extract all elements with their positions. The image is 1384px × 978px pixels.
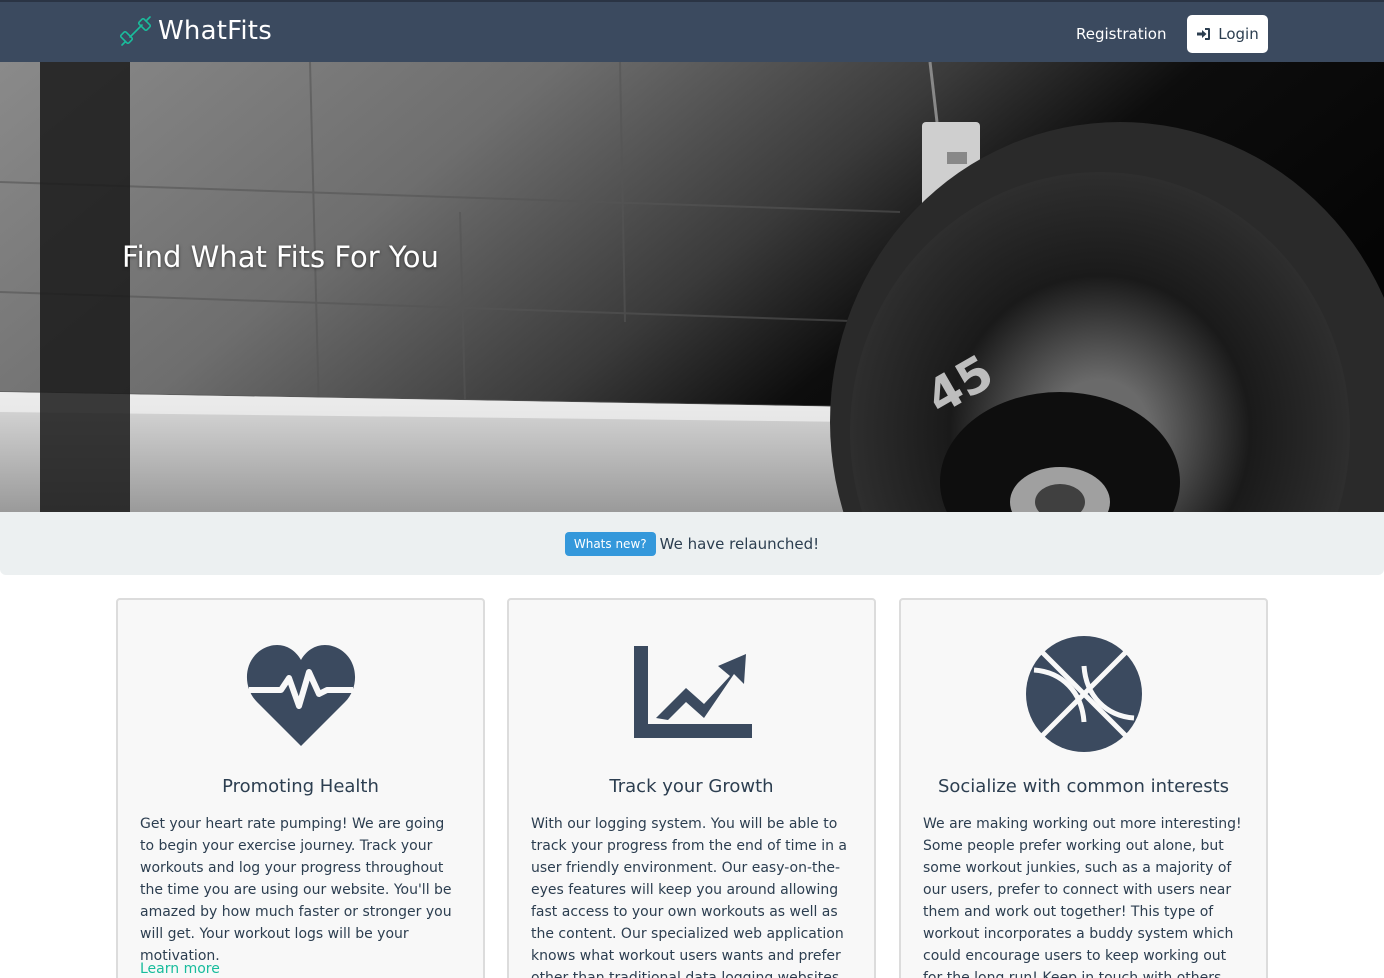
card-text: We are making working out more interesti…	[923, 816, 1242, 978]
hero-title: Find What Fits For You	[122, 240, 439, 274]
feature-card-socialize: Socialize with common interests We are m…	[899, 598, 1268, 978]
news-text: We have relaunched!	[659, 534, 820, 553]
feature-card-health: Promoting Health Get your heart rate pum…	[116, 598, 485, 978]
card-text: Get your heart rate pumping! We are goin…	[140, 816, 452, 964]
basketball-icon	[1025, 636, 1142, 752]
dumbbell-logo-icon	[120, 16, 152, 46]
login-button[interactable]: Login	[1187, 15, 1268, 53]
login-label: Login	[1218, 25, 1259, 43]
brand-name: WhatFits	[158, 16, 272, 46]
sign-in-icon	[1197, 28, 1211, 40]
chart-line-icon	[633, 646, 752, 738]
navbar: WhatFits Registration Login	[0, 0, 1384, 62]
learn-more-link[interactable]: Learn more	[140, 961, 220, 977]
brand-logo-link[interactable]: WhatFits	[120, 14, 272, 48]
whats-new-badge: Whats new?	[564, 531, 656, 556]
heartbeat-icon	[246, 645, 355, 746]
card-title: Promoting Health	[222, 776, 379, 797]
news-bar: Whats new? We have relaunched!	[0, 512, 1384, 575]
registration-link[interactable]: Registration	[1062, 22, 1180, 46]
gym-weight-plate-photo: 45	[0, 62, 1384, 512]
card-text: With our logging system. You will be abl…	[531, 816, 847, 978]
hero-banner: 45 Find What Fits For You	[0, 62, 1384, 512]
card-title: Socialize with common interests	[937, 776, 1230, 797]
feature-card-growth: Track your Growth With our logging syste…	[507, 598, 876, 978]
card-title: Track your Growth	[609, 776, 774, 797]
